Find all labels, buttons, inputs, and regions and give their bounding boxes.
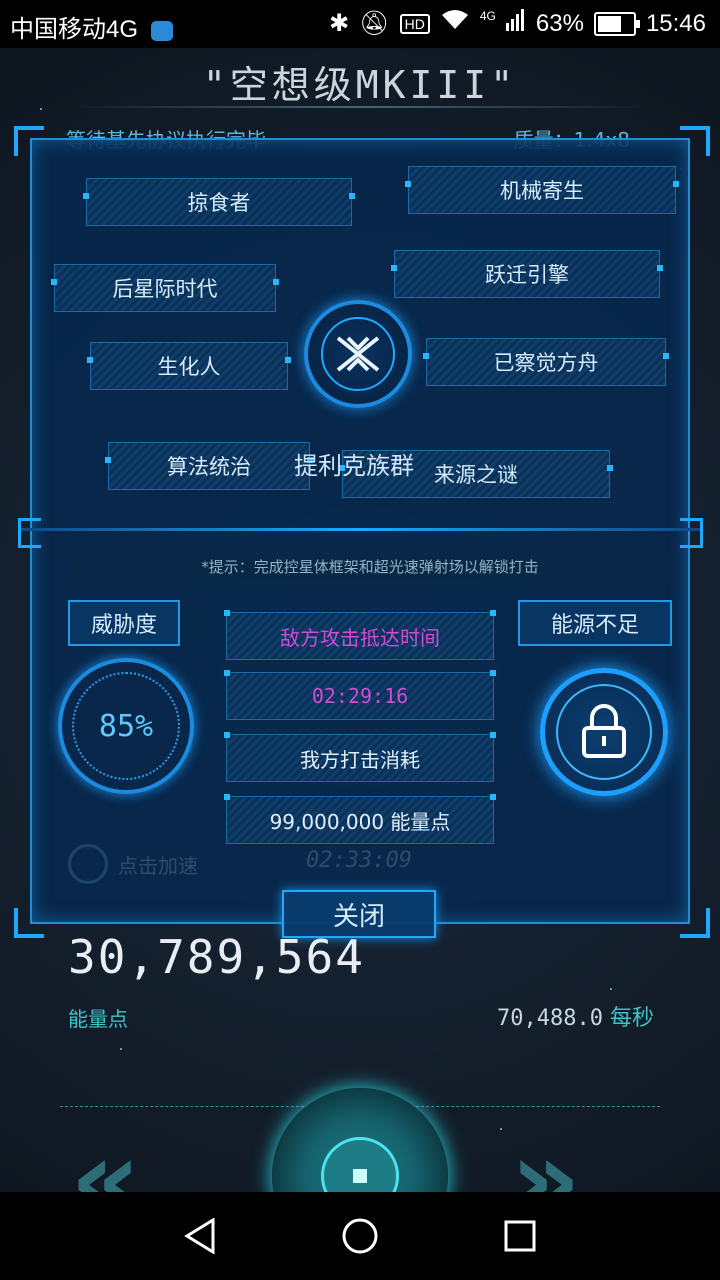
network-type: 4G	[479, 8, 496, 23]
recents-icon	[504, 1220, 536, 1252]
battery-icon	[593, 11, 640, 36]
hd-badge: HD	[399, 13, 430, 34]
enemy-arrival-time: 02:29:16	[224, 670, 496, 720]
ship-title: "空想级MKIII"	[202, 63, 518, 107]
bluetooth-icon: ✱	[329, 10, 350, 37]
race-name: 提利克族群	[294, 452, 414, 480]
home-button[interactable]	[336, 1212, 384, 1260]
dialog-corner	[14, 908, 44, 938]
message-icon	[150, 20, 173, 41]
dialog-corner	[680, 908, 710, 938]
energy-rate-unit: 每秒	[609, 1006, 654, 1031]
dialog-divider	[20, 528, 700, 531]
game-scene: "空想级MKIII" 等待基先协议执行完毕 质量：1.4x8 掠食者 机械寄生 …	[0, 48, 720, 1192]
carrier-name: 中国移动4G	[10, 16, 139, 43]
enemy-arrival-label: 敌方攻击抵达时间	[224, 610, 496, 660]
chevron-right-icon[interactable]: »	[510, 1124, 581, 1192]
core-dot-icon	[353, 1169, 367, 1183]
threat-label: 威胁度	[68, 600, 180, 646]
energy-rate-value: 70,488.0	[497, 1006, 603, 1031]
battery-percent: 63%	[535, 9, 584, 37]
race-tag: 跃迁引擎	[391, 250, 663, 298]
wifi-icon	[440, 9, 470, 38]
back-icon	[184, 1218, 215, 1254]
race-tag: 后星际时代	[51, 264, 279, 312]
divider-bracket	[680, 518, 703, 548]
divider-bracket	[18, 518, 41, 548]
speedup-button: 点击加速	[68, 844, 198, 884]
speedup-label: 点击加速	[118, 853, 198, 878]
background-timer: 02:33:09	[306, 848, 412, 873]
race-tag: 已察觉方舟	[423, 338, 669, 386]
status-bar: 中国移动4G ✱ 🔕︎ HD 4G 63% 15:46	[0, 0, 720, 48]
our-strike-cost-value: 99,000,000 能量点	[224, 794, 496, 844]
energy-total: 30,789,564	[68, 930, 365, 984]
lock-icon	[582, 704, 626, 758]
strike-lock-button[interactable]	[540, 668, 668, 796]
race-tag: 机械寄生	[405, 166, 679, 214]
unlock-hint: *提示：完成控星体框架和超光速弹射场以解锁打击	[68, 554, 672, 580]
race-tag: 生化人	[87, 342, 291, 390]
speedup-icon	[68, 844, 108, 884]
core-tap-button[interactable]	[272, 1088, 448, 1192]
home-icon	[342, 1218, 378, 1254]
dialog-corner	[680, 126, 710, 156]
energy-unit-label: 能量点	[68, 1007, 128, 1031]
back-button[interactable]	[176, 1212, 224, 1260]
navigation-bar	[0, 1192, 720, 1280]
energy-rate: 70,488.0 每秒	[497, 1000, 654, 1032]
recents-button[interactable]	[496, 1212, 544, 1260]
race-emblem-icon	[304, 300, 412, 408]
dialog-corner	[14, 126, 44, 156]
clock: 15:46	[645, 9, 706, 37]
race-tag: 掠食者	[83, 178, 355, 226]
threat-gauge: 85%	[58, 658, 194, 794]
mute-icon: 🔕︎	[359, 10, 390, 37]
energy-insufficient-label: 能源不足	[518, 600, 672, 646]
our-strike-cost-label: 我方打击消耗	[224, 732, 496, 782]
threat-value: 85%	[98, 708, 154, 744]
signal-icon	[505, 9, 526, 38]
title-divider	[70, 106, 650, 108]
chevron-left-icon[interactable]: «	[70, 1124, 141, 1192]
